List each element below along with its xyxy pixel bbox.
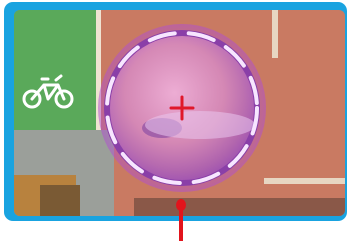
lens-reflection — [145, 111, 255, 139]
stylus-pointer-icon — [179, 209, 183, 241]
stylus-pointer-tip[interactable] — [176, 199, 186, 211]
